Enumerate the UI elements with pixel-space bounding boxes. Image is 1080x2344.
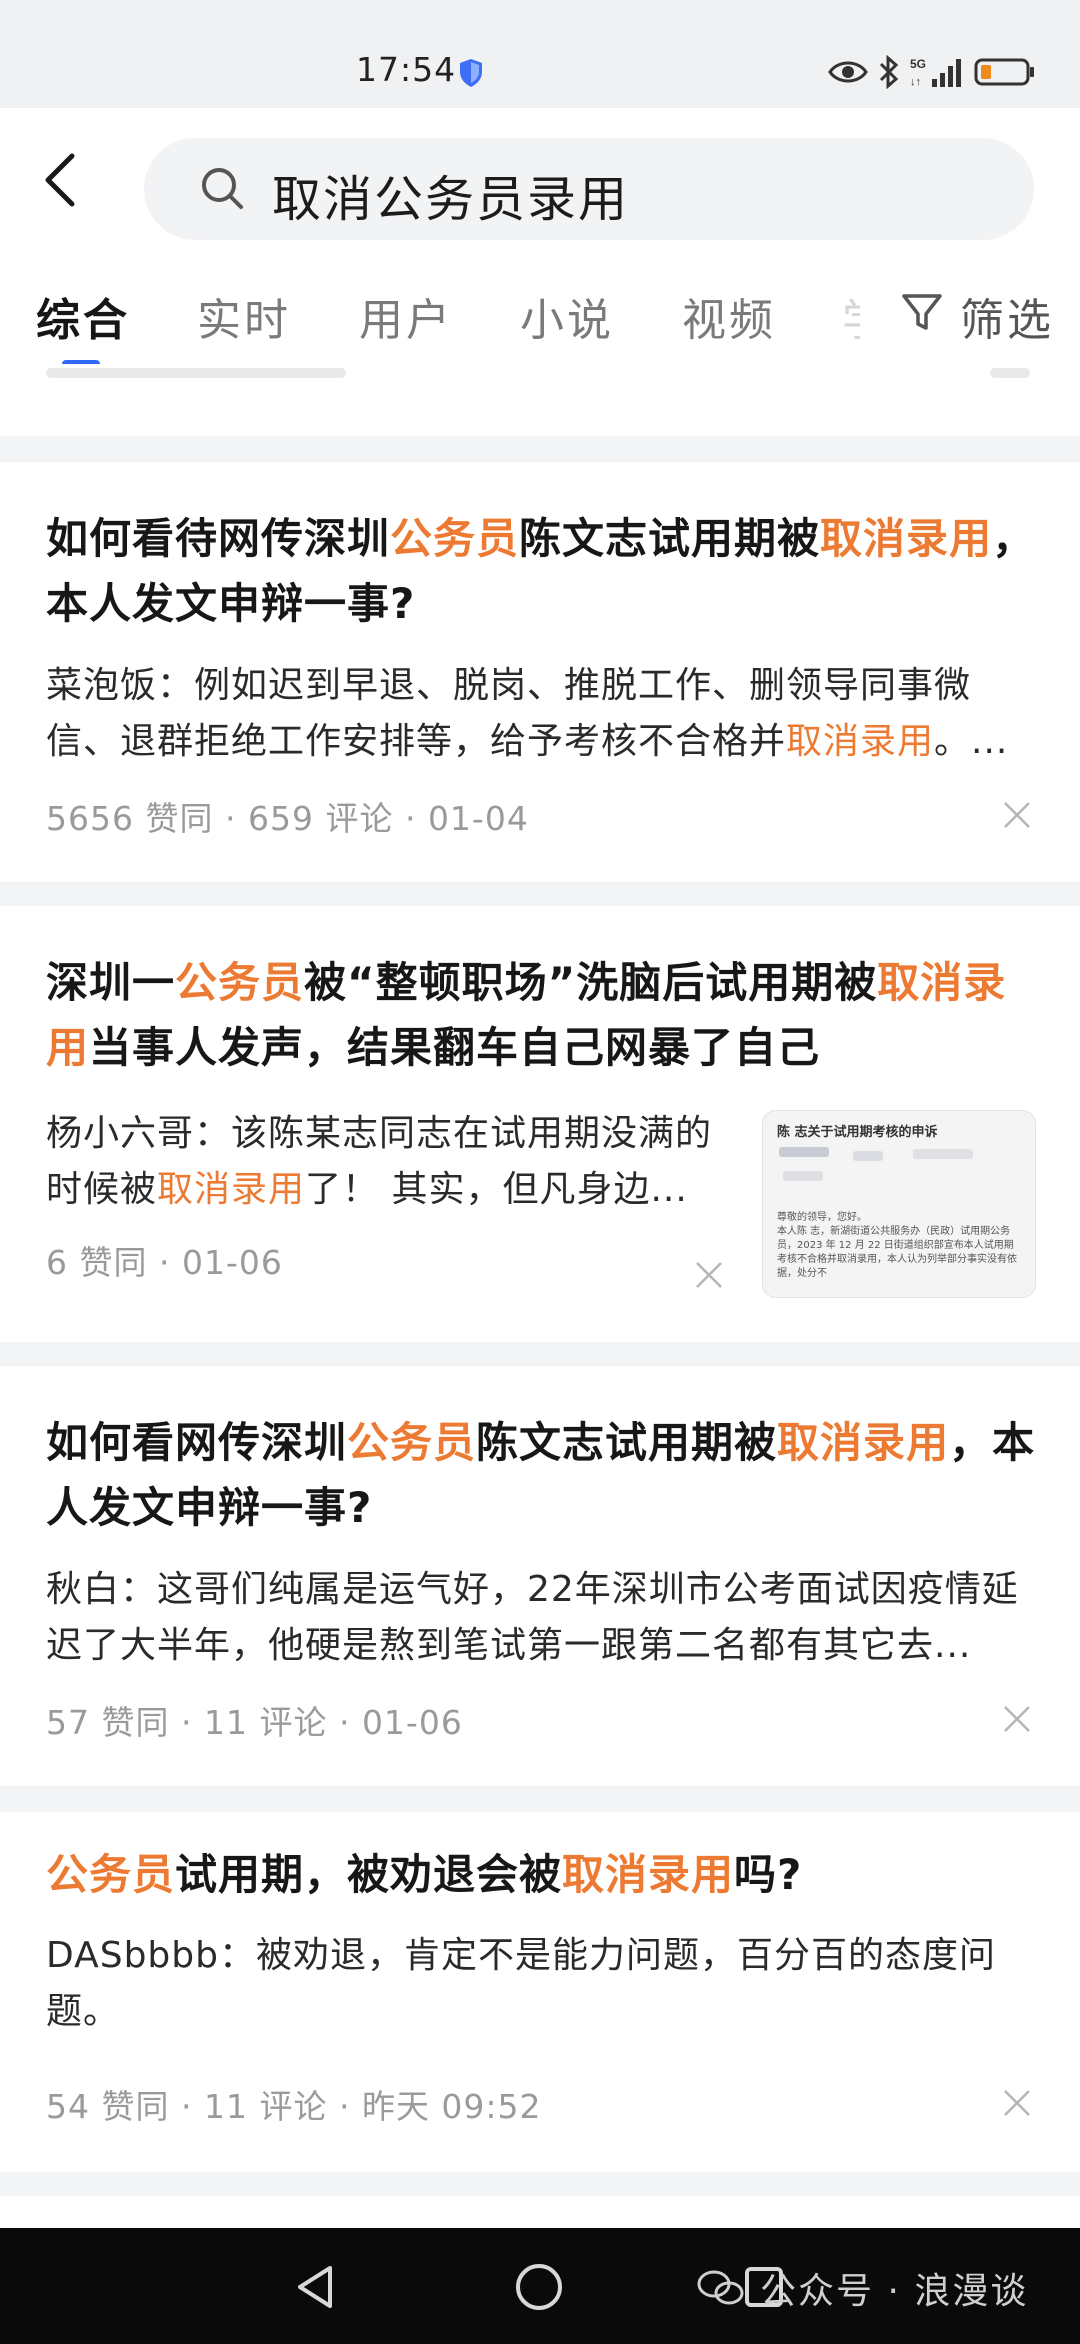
likes-count: 57 赞同 [46,1703,170,1742]
dismiss-icon[interactable] [1002,2088,1032,2118]
result-thumbnail[interactable]: 陈 志关于试用期考核的申诉 尊敬的领导，您好。 本人陈 志，新湖街道公共服务办（… [762,1110,1036,1298]
title-highlight: 取消 [877,958,964,1007]
tab-novels[interactable]: 小说 [520,284,614,348]
title-highlight: 取消录 [820,514,950,563]
title-text: 试用期，被劝退会被 [175,1850,563,1899]
search-input[interactable]: 取消公务员录用 [144,138,1034,240]
title-highlight: 公务员 [347,1418,477,1467]
result-date: 01-06 [361,1703,463,1742]
title-text: 吗? [734,1850,803,1899]
thumbnail-text: 本人陈 志，新湖街道公共服务办（民政）试用期公务员，2023 年 12 月 22… [777,1226,1017,1279]
dismiss-icon[interactable] [694,1260,724,1290]
search-icon [202,168,243,209]
comments-count: 11 评论 [203,1703,328,1742]
title-text: 当事人发声，结果翻车自己网暴了自己 [89,1023,821,1072]
title-text: 如何看网传深圳 [46,1418,348,1467]
battery-icon [974,58,1034,86]
result-card[interactable]: 如何看网传深圳公务员陈文志试用期被取消录用，本人发文申辩一事? 秋白：这哥们纯属… [0,1366,1080,1786]
thumbnail-title: 陈 志关于试用期考核的申诉 [777,1125,938,1140]
excerpt-highlight: 取消录用 [786,721,935,762]
title-text: 陈文志试用期被 [519,514,821,563]
result-title[interactable]: 如何看网传深圳公务员陈文志试用期被取消录用，本人发文申辩一事? [46,1410,1040,1540]
result-excerpt: DASbbbb：被劝退，肯定不是能力问题，百分百的态度问题。 [46,1928,1040,2040]
result-date: 01-04 [427,799,529,838]
excerpt-highlight: 取消录用 [157,1169,306,1210]
status-time: 17:54 [356,50,457,89]
title-text: 如何看待网传深圳 [46,514,391,563]
title-highlight: 取消录用 [562,1850,735,1899]
svg-text:5G: 5G [910,57,926,71]
excerpt-text: 。... [934,721,1009,762]
result-meta: 54 赞同 · 11 评论 · 昨天 09:52 [46,2087,542,2126]
result-meta: 57 赞同 · 11 评论 · 01-06 [46,1703,463,1742]
result-card[interactable]: 深圳一公务员被“整顿职场”洗脑后试用期被取消录用 当事人发声，结果翻车自己网暴了自… [0,906,1080,1342]
title-highlight: 公务员 [175,958,305,1007]
filter-label: 筛选 [960,295,1054,346]
result-excerpt: 杨小六哥：该陈某志同志在试用期没满的时候被取消录用了！ 其实，但凡身边... [46,1106,746,1218]
likes-count: 5656 赞同 [46,799,214,838]
tab-videos[interactable]: 视频 [682,284,776,348]
result-title[interactable]: 深圳一公务员被“整顿职场”洗脑后试用期被取消录用当事人发声，结果翻车自己网暴了自… [46,950,1040,1080]
result-date: 01-06 [181,1243,283,1282]
status-bar: 17:54 5G ↓↑ [0,0,1080,108]
filter-button[interactable]: 筛选 [860,278,1080,348]
title-text: 陈文志试用期被 [476,1418,778,1467]
back-arrow-icon[interactable] [40,150,80,210]
title-text: 被“整顿职场”洗脑后试用期被 [304,958,878,1007]
result-meta: 5656 赞同 · 659 评论 · 01-04 [46,799,529,838]
comments-count: 11 评论 [203,2087,328,2126]
system-icons: 5G ↓↑ [828,52,1036,92]
signal-5g-icon: 5G ↓↑ [910,57,961,88]
result-card[interactable]: 如何看待网传深圳公务员陈文志试用期被取消录用，本人发文申辩一事? 菜泡饭：例如迟… [0,462,1080,882]
back-triangle-icon[interactable] [294,2264,336,2310]
tab-users[interactable]: 用户 [359,284,453,348]
svg-text:↓↑: ↓↑ [910,76,921,88]
watermark-text: 公众号 · 浪漫谈 [760,2271,1029,2312]
result-title[interactable]: 公务员试用期，被劝退会被取消录用吗? [46,1842,1040,1907]
excerpt-text: DASbbbb：被劝退，肯定不是能力问题，百分百的态度问题。 [46,1935,996,2032]
title-highlight: 公务员 [390,514,520,563]
tab-comprehensive[interactable]: 综合 [36,284,130,348]
title-highlight: 用 [949,514,993,563]
dismiss-icon[interactable] [1002,800,1032,830]
home-circle-icon[interactable] [514,2262,564,2312]
title-highlight: 用 [906,1418,950,1467]
excerpt-text: 秋白：这哥们纯属是运气好，22年深圳市公考面试因疫情延迟了大半年，他硬是熬到笔试… [46,1569,1019,1666]
result-date: 昨天 09:52 [361,2087,542,2126]
result-title[interactable]: 如何看待网传深圳公务员陈文志试用期被取消录用，本人发文申辩一事? [46,506,1040,636]
comments-count: 659 评论 [247,799,394,838]
likes-count: 6 赞同 [46,1243,148,1282]
search-query: 取消公务员录用 [272,171,630,228]
bluetooth-icon [879,55,899,89]
result-card[interactable]: 公务员试用期，被劝退会被取消录用吗? DASbbbb：被劝退，肯定不是能力问题，… [0,1812,1080,2172]
likes-count: 54 赞同 [46,2087,170,2126]
previous-result-remnant [0,364,1080,436]
thumbnail-text: 尊敬的领导，您好。 [777,1212,867,1223]
eye-icon [828,61,868,83]
result-excerpt: 秋白：这哥们纯属是运气好，22年深圳市公考面试因疫情延迟了大半年，他硬是熬到笔试… [46,1562,1040,1674]
wechat-icon [697,2270,744,2305]
result-excerpt: 菜泡饭：例如迟到早退、脱岗、推脱工作、删领导同事微信、退群拒绝工作安排等，给予考… [46,658,1040,770]
dismiss-icon[interactable] [1002,1704,1032,1734]
title-text: 深圳一 [46,958,176,1007]
title-highlight: 公务员 [46,1850,176,1899]
title-highlight: 取消录 [777,1418,907,1467]
filter-icon [902,294,942,330]
shield-icon [460,59,482,87]
tab-realtime[interactable]: 实时 [197,284,291,348]
result-meta: 6 赞同 · 01-06 [46,1243,283,1282]
excerpt-text: 了！ 其实，但凡身边... [305,1169,688,1210]
